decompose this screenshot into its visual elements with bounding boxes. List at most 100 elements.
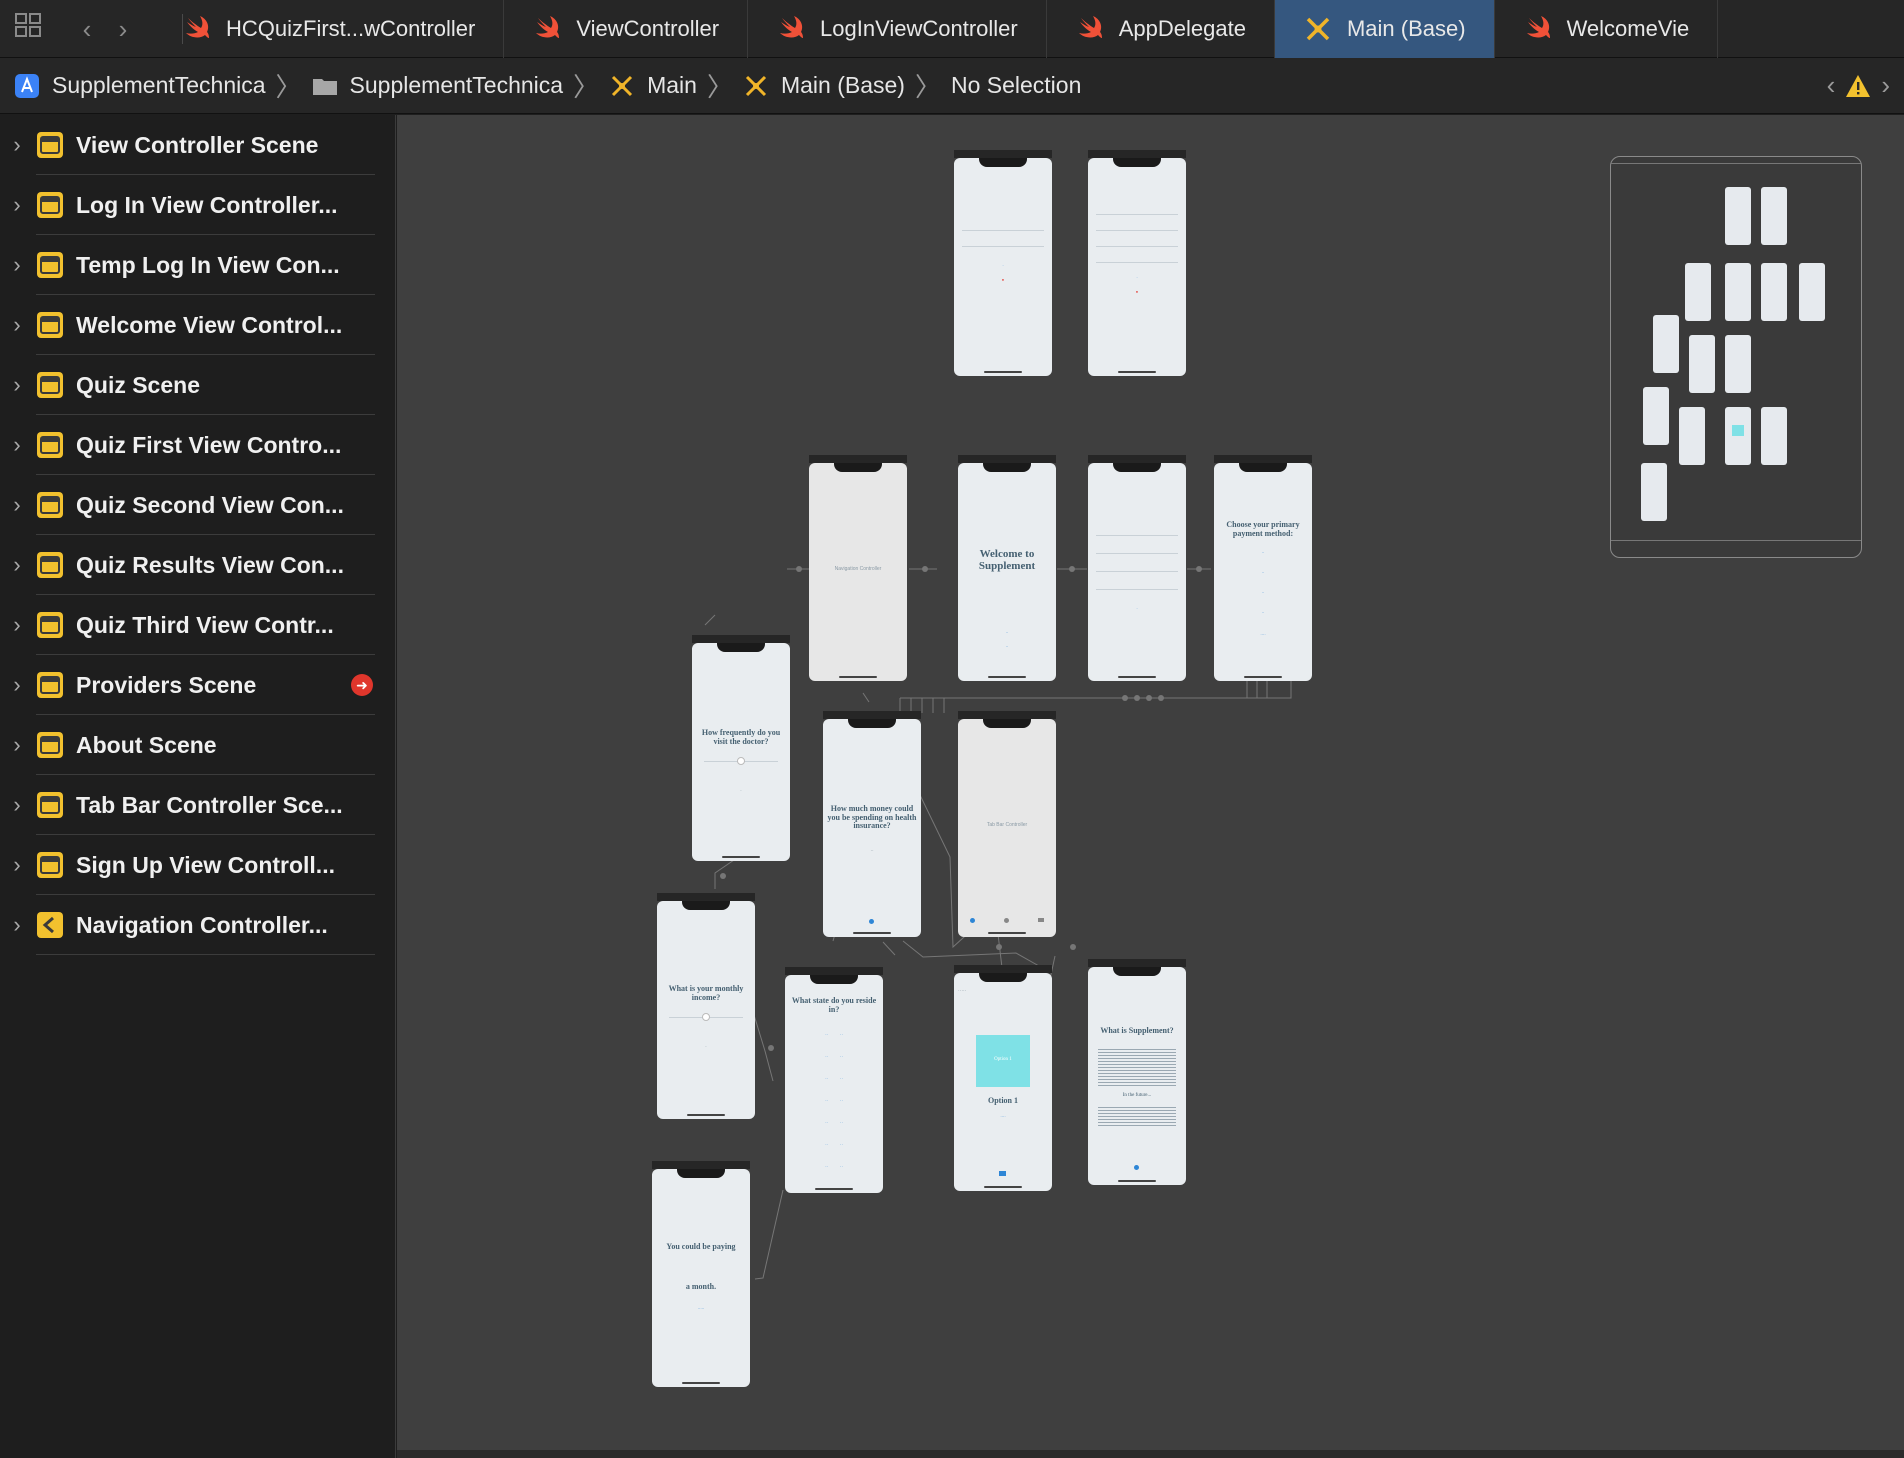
about-future: In the future... xyxy=(1122,1093,1152,1098)
back-chevron-icon[interactable]: ‹ xyxy=(70,10,104,48)
disclosure-chevron-icon[interactable]: › xyxy=(0,732,34,758)
outline-scene-quiz-scene[interactable]: › Quiz Scene xyxy=(0,355,395,415)
breadcrumb-group-label: SupplementTechnica xyxy=(349,72,564,98)
canvas-horizontal-scrollbar[interactable] xyxy=(397,1450,1904,1458)
scene-icon xyxy=(36,851,64,879)
minimap-scene xyxy=(1689,335,1715,393)
swift-icon xyxy=(1523,14,1553,44)
outline-scene-navigation-controller[interactable]: › Navigation Controller... xyxy=(0,895,395,955)
disclosure-chevron-icon[interactable]: › xyxy=(0,492,34,518)
outline-scene-view-controller-scene[interactable]: › View Controller Scene xyxy=(0,115,395,175)
outline-scene-label: Quiz Scene xyxy=(76,371,200,398)
disclosure-chevron-icon[interactable]: › xyxy=(0,312,34,338)
log-in-view-controller-scene[interactable]: · xyxy=(1088,463,1186,681)
scene-header xyxy=(809,455,907,463)
disclosure-chevron-icon[interactable]: › xyxy=(0,912,34,938)
quiz-scene[interactable]: What state do you reside in? ·· ·· ·· ··… xyxy=(785,975,883,1193)
breadcrumb-separator-icon: 〉 xyxy=(914,72,941,102)
outline-scene-providers-scene[interactable]: › Providers Scene ➜ xyxy=(0,655,395,715)
paying-text-top: You could be paying xyxy=(666,1242,736,1251)
disclosure-chevron-icon[interactable]: › xyxy=(0,132,34,158)
outline-scene-sign-up-view-controll[interactable]: › Sign Up View Controll... xyxy=(0,835,395,895)
breadcrumb-separator-icon: 〉 xyxy=(573,72,600,102)
disclosure-chevron-icon[interactable]: › xyxy=(0,612,34,638)
tab-label: WelcomeVie xyxy=(1566,16,1690,41)
interface-builder-icon xyxy=(1303,14,1333,44)
disclosure-chevron-icon[interactable]: › xyxy=(0,192,34,218)
error-arrow-icon[interactable]: ➜ xyxy=(351,674,373,696)
providers-scene[interactable]: Choose your primary payment method: ·· ·… xyxy=(1214,463,1312,681)
previous-issue-chevron-icon[interactable]: ‹ xyxy=(1827,70,1836,101)
interface-builder-icon xyxy=(743,73,769,99)
option-title: Option 1 xyxy=(987,1096,1018,1105)
breadcrumb-project-label: SupplementTechnica xyxy=(52,72,266,98)
scene-header xyxy=(785,967,883,975)
scene-header xyxy=(954,965,1052,973)
outline-scene-quiz-results-view-con[interactable]: › Quiz Results View Con... xyxy=(0,535,395,595)
outline-scene-welcome-view-control[interactable]: › Welcome View Control... xyxy=(0,295,395,355)
swift-icon xyxy=(776,14,806,44)
tab-bar-controller-scene[interactable]: Tab Bar Controller xyxy=(958,719,1056,937)
disclosure-chevron-icon[interactable]: › xyxy=(0,432,34,458)
forward-chevron-icon[interactable]: › xyxy=(106,10,140,48)
storyboard-minimap[interactable] xyxy=(1610,156,1862,558)
outline-scene-quiz-third-view-contr[interactable]: › Quiz Third View Contr... xyxy=(0,595,395,655)
sign-up-view-controller-scene[interactable]: · ● xyxy=(1088,158,1186,376)
scene-header xyxy=(692,635,790,643)
outline-scene-tab-bar-controller-sce[interactable]: › Tab Bar Controller Sce... xyxy=(0,775,395,835)
tab-main-base[interactable]: Main (Base) xyxy=(1274,0,1495,58)
breadcrumb-selection[interactable]: No Selection xyxy=(951,72,1081,99)
temp-log-in-view-controller-scene[interactable]: You could be paying a month. ····· xyxy=(652,1169,750,1387)
breadcrumb-localization[interactable]: Main (Base) xyxy=(743,72,905,99)
breadcrumb-file[interactable]: Main xyxy=(609,72,697,99)
outline-scene-quiz-second-view-con[interactable]: › Quiz Second View Con... xyxy=(0,475,395,535)
money-question: How much money could you be spending on … xyxy=(827,804,917,831)
breadcrumb-selection-label: No Selection xyxy=(950,72,1082,98)
disclosure-chevron-icon[interactable]: › xyxy=(0,552,34,578)
scene-icon xyxy=(36,251,64,279)
outline-scene-quiz-first-view-contro[interactable]: › Quiz First View Contro... xyxy=(0,415,395,475)
welcome-view-controller-scene[interactable]: Welcome to Supplement ·· ·· xyxy=(958,463,1056,681)
quiz-third-view-controller-scene[interactable]: What is your monthly income? · xyxy=(657,901,755,1119)
minimap-scene xyxy=(1725,335,1751,393)
view-controller-scene[interactable]: · ● xyxy=(954,158,1052,376)
quiz-second-view-controller-scene[interactable]: How much money could you be spending on … xyxy=(823,719,921,937)
breadcrumb-project[interactable]: SupplementTechnica xyxy=(14,72,266,99)
outline-scene-label: About Scene xyxy=(76,731,217,758)
warning-icon[interactable] xyxy=(1845,74,1871,98)
tab-appdelegate[interactable]: AppDelegate xyxy=(1047,0,1275,58)
disclosure-chevron-icon[interactable]: › xyxy=(0,372,34,398)
disclosure-chevron-icon[interactable]: › xyxy=(0,252,34,278)
tab-loginviewcontroller[interactable]: LogInViewController xyxy=(748,0,1047,58)
next-issue-chevron-icon[interactable]: › xyxy=(1881,70,1890,101)
breadcrumb-group[interactable]: SupplementTechnica xyxy=(312,72,564,99)
navigation-controller-scene[interactable]: Navigation Controller xyxy=(809,463,907,681)
quiz-first-view-controller-scene[interactable]: How frequently do you visit the doctor? … xyxy=(692,643,790,861)
minimap-scene xyxy=(1685,263,1711,321)
interface-builder-icon xyxy=(609,73,635,99)
minimap-scene xyxy=(1725,187,1751,245)
outline-scene-temp-log-in-view-con[interactable]: › Temp Log In View Con... xyxy=(0,235,395,295)
option-card: Option 1 xyxy=(976,1035,1030,1087)
tab-viewcontroller[interactable]: ViewController xyxy=(504,0,749,58)
disclosure-chevron-icon[interactable]: › xyxy=(0,852,34,878)
related-items-grid-icon[interactable] xyxy=(12,10,46,48)
tab-hcquizfirst-wcontroller[interactable]: HCQuizFirst...wController xyxy=(154,0,505,58)
tab-label: LogInViewController xyxy=(820,16,1018,41)
xcode-window: ‹ › HCQuizFirst...wController ViewControl… xyxy=(0,0,1904,1458)
outline-scene-label: Quiz Third View Contr... xyxy=(76,611,334,638)
outline-scene-label: View Controller Scene xyxy=(76,131,319,158)
scene-icon xyxy=(36,311,64,339)
scene-header xyxy=(1088,150,1186,158)
about-scene[interactable]: What is Supplement? In the future... xyxy=(1088,967,1186,1185)
tab-list: HCQuizFirst...wController ViewController L… xyxy=(154,0,1904,58)
quiz-results-view-controller-scene[interactable]: ····· Option 1 Option 1 ···· xyxy=(954,973,1052,1191)
disclosure-chevron-icon[interactable]: › xyxy=(0,792,34,818)
navigation-controller-label: Navigation Controller xyxy=(834,566,882,572)
breadcrumb-separator-icon: 〉 xyxy=(706,72,733,102)
disclosure-chevron-icon[interactable]: › xyxy=(0,672,34,698)
swift-icon xyxy=(532,14,562,44)
outline-scene-about-scene[interactable]: › About Scene xyxy=(0,715,395,775)
outline-scene-log-in-view-controller[interactable]: › Log In View Controller... xyxy=(0,175,395,235)
tab-welcomevie[interactable]: WelcomeVie xyxy=(1495,0,1719,58)
